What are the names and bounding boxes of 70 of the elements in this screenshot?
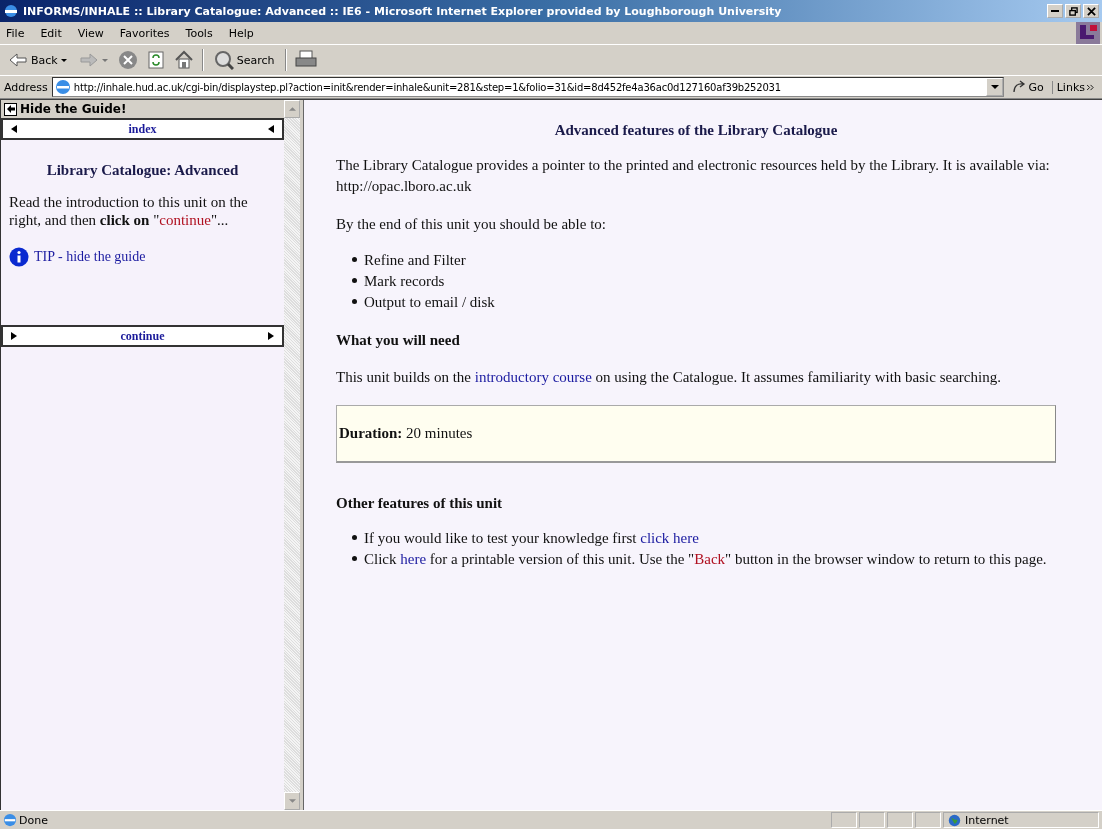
links-button[interactable]: Links [1051, 80, 1098, 94]
close-icon [1086, 6, 1096, 16]
go-arrow-icon [1012, 80, 1027, 94]
go-button[interactable]: Go [1008, 80, 1048, 94]
restore-icon [1068, 6, 1078, 16]
forward-arrow-icon [78, 52, 99, 68]
security-zone: Internet [943, 812, 1099, 828]
paragraph: This unit builds on the introductory course on using the Catalogue. It assumes familiarity with basic searching. [336, 368, 1002, 387]
text-link[interactable]: introductory course [474, 369, 592, 385]
back-button[interactable]: Back [6, 52, 69, 68]
left-triangle-icon [11, 125, 17, 133]
minimize-button[interactable] [1047, 4, 1063, 18]
tip-link[interactable]: TIP - hide the guide [34, 249, 146, 265]
guide-instructions: Read the introduction to this unit on the right, and then click on "continue"... [9, 193, 249, 229]
list-item: Output to email / disk [364, 293, 495, 312]
left-triangle-icon [268, 125, 274, 133]
menu-item[interactable]: Tools [185, 26, 213, 40]
university-logo-icon [1076, 22, 1100, 44]
list-item: Mark records [364, 272, 445, 291]
back-arrow-icon [4, 102, 17, 116]
list-item: Click here for a printable version of this unit. Use the "Back" button in the browser window to return to this page. [364, 550, 1047, 569]
window-title: INFORMS/INHALE :: Library Catalogue: Advanced :: IE6 - Microsoft Internet Explorer provided by Loughborough University [23, 4, 783, 18]
text-link[interactable]: click here [640, 530, 699, 546]
bullet-icon [352, 535, 357, 540]
minimize-icon [1051, 10, 1059, 12]
restore-button[interactable] [1065, 4, 1081, 18]
continue-button[interactable]: continue [1, 325, 284, 347]
duration-box: Duration: 20 minutes [336, 405, 1056, 463]
address-label: Address [4, 80, 48, 94]
menu-item[interactable]: Help [228, 26, 254, 40]
search-icon [213, 50, 234, 70]
info-icon [9, 247, 29, 267]
caret-icon [990, 85, 999, 89]
search-button[interactable]: Search [211, 50, 277, 70]
caret-icon[interactable] [60, 58, 67, 62]
right-triangle-icon [268, 332, 274, 340]
page-heading: Advanced features of the Library Catalogue [553, 121, 839, 140]
page-icon [3, 813, 17, 827]
list-item: If you would like to test your knowledge first click here [364, 529, 699, 548]
paragraph: The Library Catalogue provides a pointer to the printed and electronic resources held by the Library. It is available via: http://opac.lboro.ac.uk [336, 156, 1051, 196]
menu-item[interactable]: File [6, 26, 25, 40]
dropdown-button[interactable] [986, 78, 1004, 96]
refresh-icon[interactable] [145, 50, 166, 70]
guide-title: Library Catalogue: Advanced [45, 162, 240, 179]
hide-guide-button[interactable]: Hide the Guide! [1, 100, 284, 118]
menu-item[interactable]: Edit [40, 26, 62, 40]
bullet-icon [352, 278, 357, 283]
section-heading: Other features of this unit [336, 494, 504, 513]
text-link[interactable]: here [400, 551, 427, 567]
browser-logo-icon [3, 3, 19, 19]
globe-icon [948, 813, 961, 827]
printer-icon[interactable] [294, 50, 317, 70]
bullet-icon [352, 299, 357, 304]
menu-item[interactable]: View [77, 26, 104, 40]
stop-icon[interactable] [117, 50, 138, 70]
list-item: Refine and Filter [364, 251, 466, 270]
chevron-icon [1087, 83, 1094, 91]
page-icon [54, 79, 71, 95]
index-button[interactable]: index [1, 118, 284, 140]
section-heading: What you will need [336, 331, 461, 350]
address-field[interactable]: http://inhale.hud.ac.uk/cgi-bin/displaystep.pl?action=init&render=inhale&unit=281&step=1&folio=31&id=8d452fe4a36ac0d127160af39b252031 [51, 77, 1005, 97]
bullet-icon [352, 556, 357, 561]
paragraph: By the end of this unit you should be able to: [336, 215, 607, 234]
close-button[interactable] [1083, 4, 1099, 18]
status-text: Done [19, 813, 49, 827]
right-triangle-icon [11, 332, 17, 340]
back-arrow-icon [8, 52, 28, 68]
home-icon[interactable] [173, 50, 194, 70]
menu-item[interactable]: Favorites [119, 26, 170, 40]
bullet-icon [352, 257, 357, 262]
